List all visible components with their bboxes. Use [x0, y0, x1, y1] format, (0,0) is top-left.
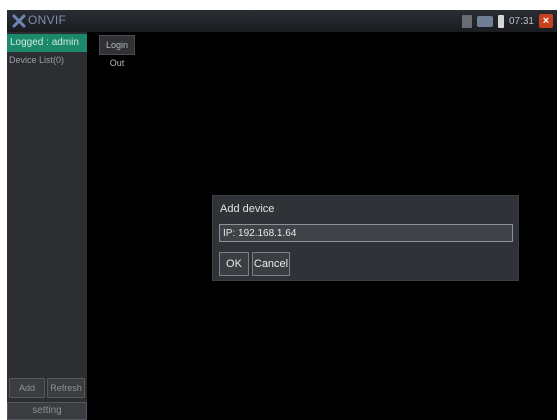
- device-screen: ONVIF 07:31 × Logged : admin Device List…: [7, 10, 557, 420]
- dialog-title: Add device: [220, 203, 275, 215]
- onvif-logo-icon: [12, 14, 26, 28]
- main-area: Login Out Add device OK Cancel: [87, 32, 557, 420]
- close-icon[interactable]: ×: [539, 14, 553, 28]
- status-bar: 07:31 ×: [461, 12, 553, 30]
- clock: 07:31: [508, 15, 534, 27]
- sidebar: Logged : admin Device List(0) Add Refres…: [7, 32, 87, 420]
- add-button[interactable]: Add: [9, 378, 45, 398]
- network-icon: [476, 15, 493, 27]
- ip-address-input[interactable]: [219, 224, 513, 242]
- setting-button[interactable]: setting: [7, 402, 87, 420]
- title-bar: ONVIF 07:31 ×: [7, 10, 557, 33]
- refresh-button[interactable]: Refresh: [47, 378, 85, 398]
- app-title: ONVIF: [28, 13, 67, 27]
- battery-icon: [497, 14, 504, 28]
- sd-card-icon: [461, 14, 472, 28]
- device-list-label: Device List(0): [9, 55, 65, 65]
- add-device-dialog: Add device OK Cancel: [212, 195, 519, 281]
- ok-button[interactable]: OK: [219, 252, 249, 276]
- logged-status: Logged : admin: [7, 34, 87, 52]
- cancel-button[interactable]: Cancel: [252, 252, 290, 276]
- login-out-button[interactable]: Login Out: [99, 35, 135, 68]
